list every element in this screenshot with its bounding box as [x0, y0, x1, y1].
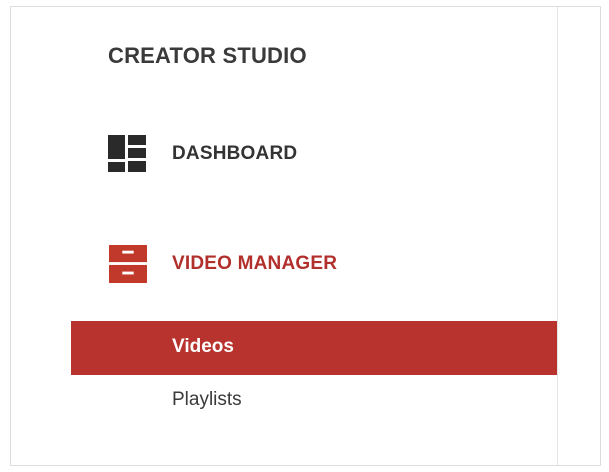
video-manager-icon	[109, 245, 147, 283]
sidebar-item-video-manager[interactable]: VIDEO MANAGER	[108, 245, 337, 283]
sidebar-subitem-playlists[interactable]: Playlists	[172, 389, 242, 411]
window-frame: CREATOR STUDIO DASHBOARD VIDEO MANAGER V…	[10, 6, 601, 466]
sidebar-subitem-videos-label: Videos	[172, 336, 234, 357]
sidebar-item-dashboard[interactable]: DASHBOARD	[108, 135, 297, 173]
sidebar-subitem-videos[interactable]: Videos	[71, 321, 557, 375]
sidebar-divider	[557, 7, 558, 465]
page-title: CREATOR STUDIO	[108, 43, 307, 68]
sidebar-item-video-manager-label: VIDEO MANAGER	[172, 253, 338, 274]
dashboard-icon	[108, 135, 146, 172]
sidebar-item-dashboard-label: DASHBOARD	[172, 143, 298, 164]
sidebar: CREATOR STUDIO DASHBOARD VIDEO MANAGER V…	[11, 7, 557, 465]
